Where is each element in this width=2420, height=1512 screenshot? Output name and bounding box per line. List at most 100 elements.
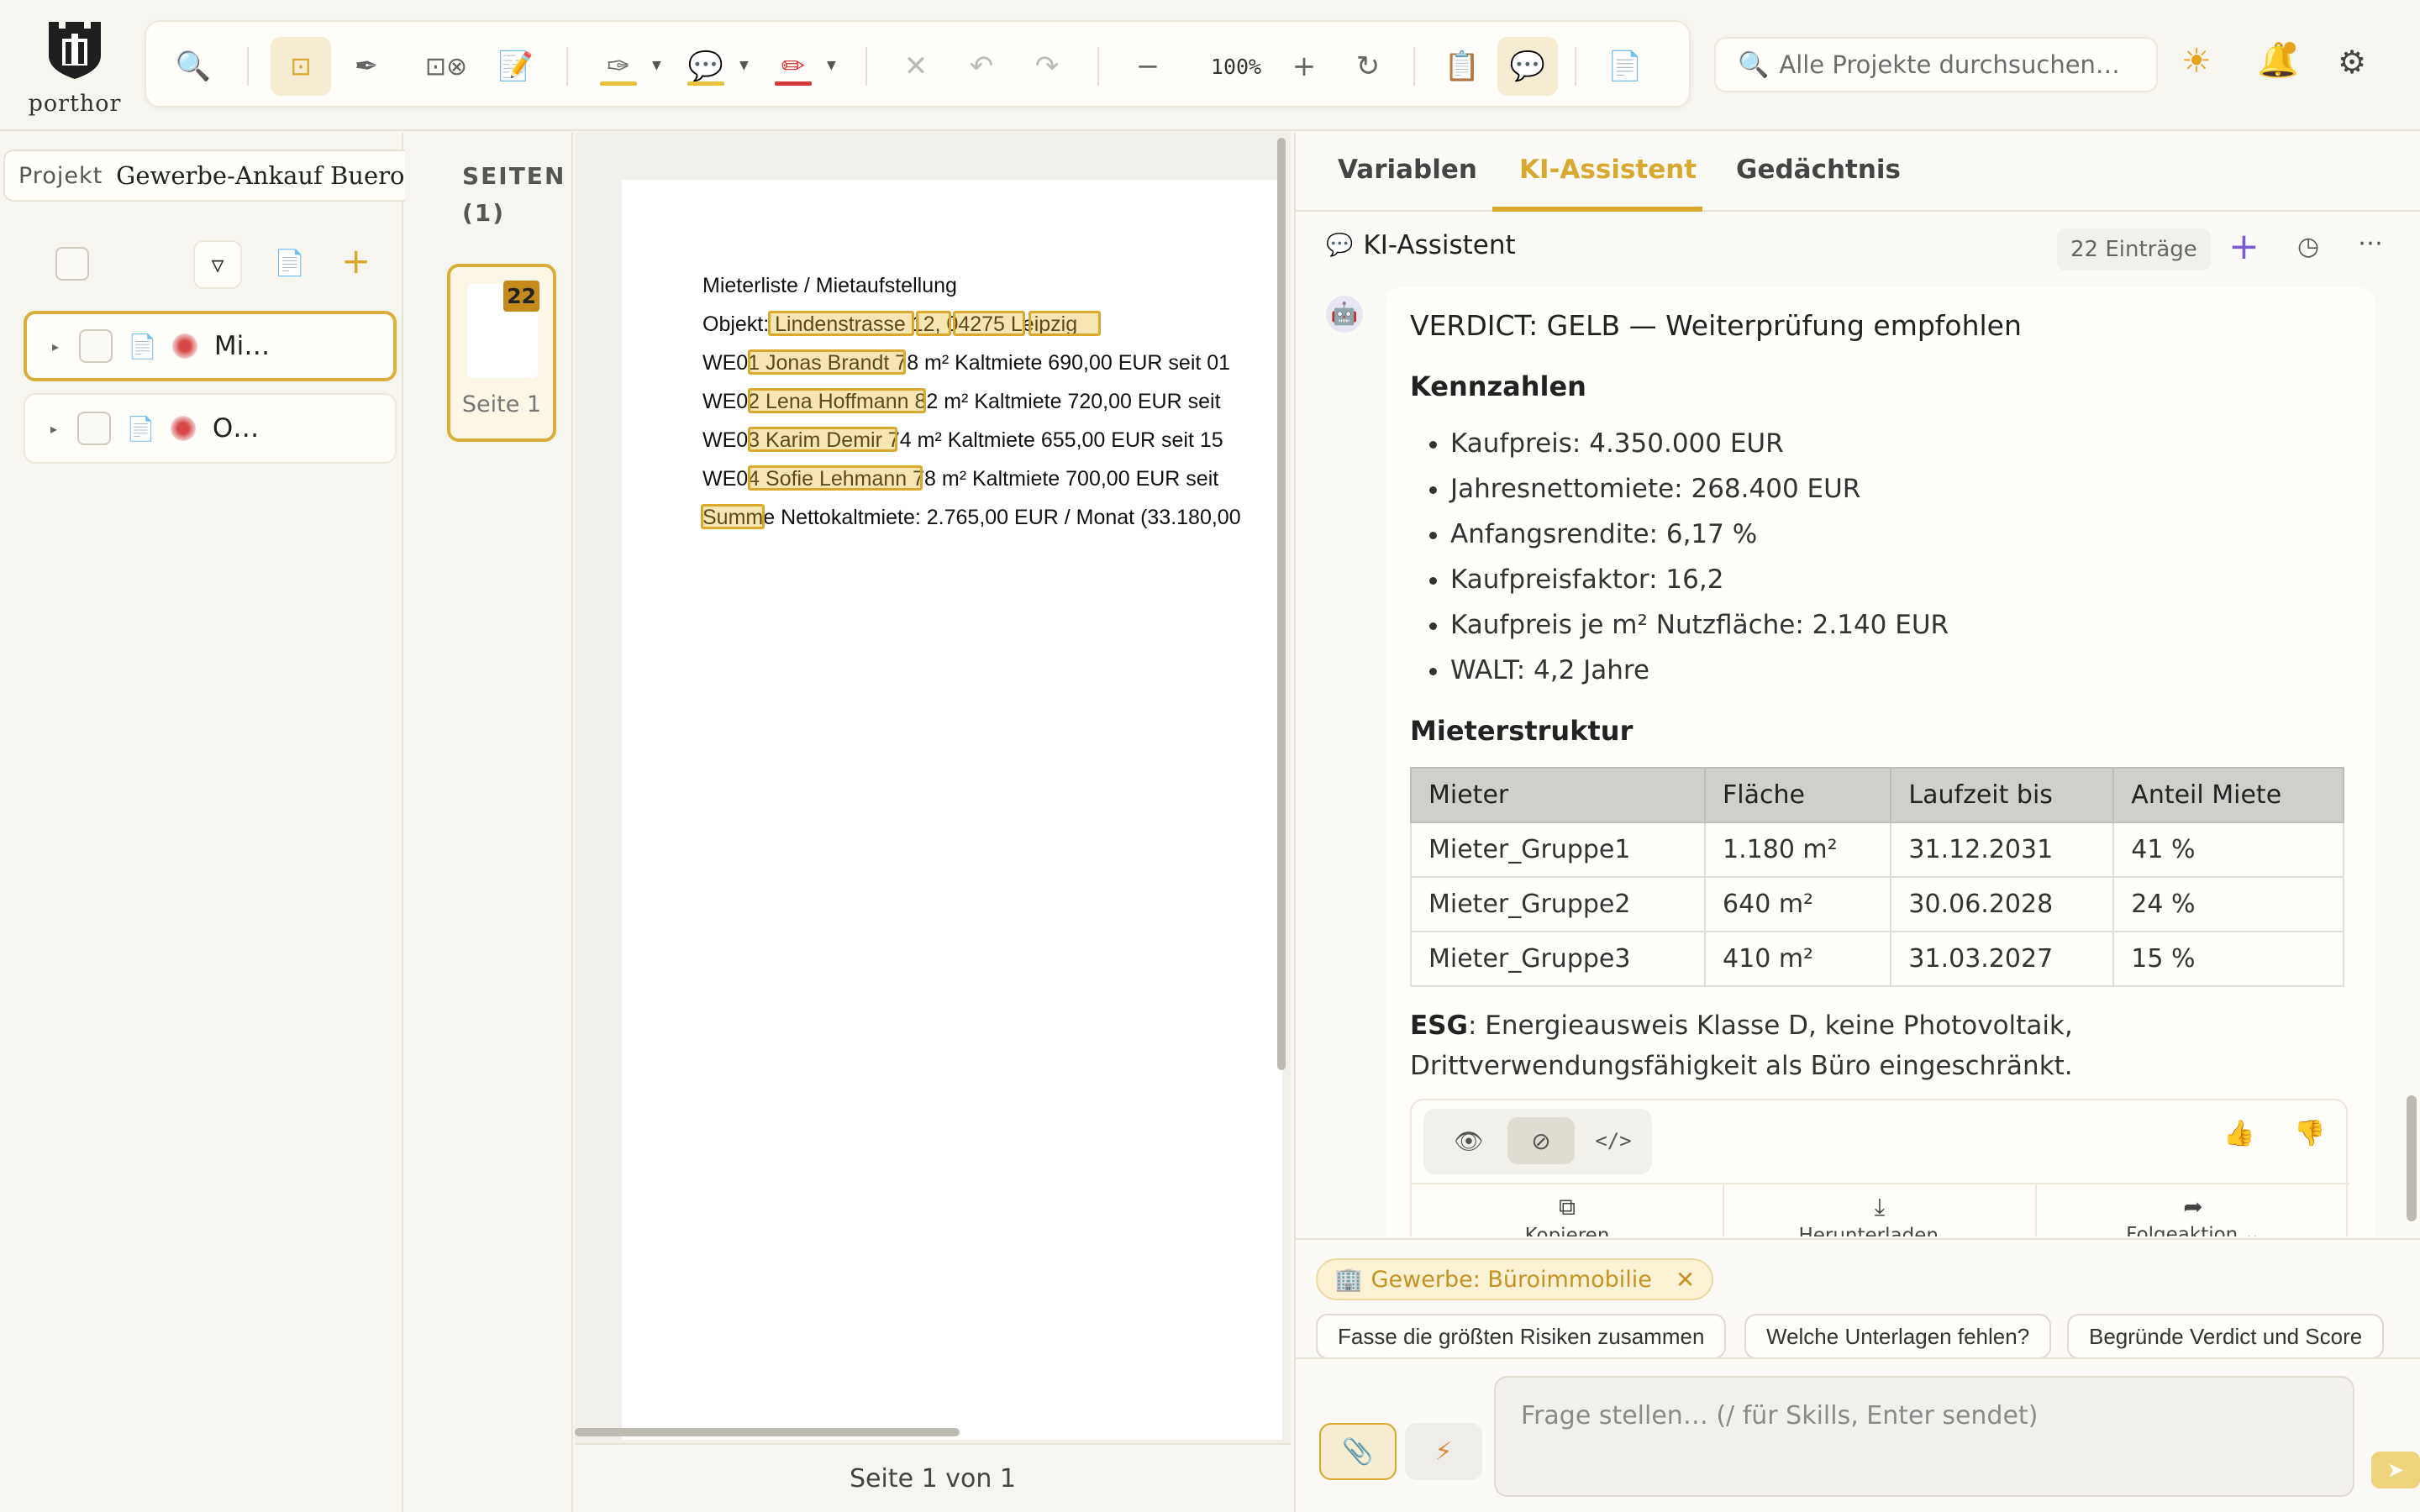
table-row: Mieter_Gruppe3 410 m² 31.03.2027 15 % — [1409, 931, 2344, 987]
table-cell: 31.03.2027 — [1890, 931, 2115, 987]
esg-paragraph: ESG: Energieausweis Klasse D, keine Phot… — [1410, 1005, 2351, 1086]
list-item: Anfangsrendite: 6,17 % — [1450, 512, 2351, 557]
document-line: Mieterliste / Mietaufstellung — [702, 274, 957, 297]
attach-icon[interactable]: 📎 — [1319, 1423, 1397, 1480]
page-thumbnail[interactable]: 22 Seite 1 — [447, 264, 556, 442]
table-cell: 1.180 m² — [1704, 822, 1892, 878]
highlight-mark[interactable] — [953, 311, 1025, 336]
expand-icon[interactable]: ▸ — [52, 339, 59, 354]
select-box-icon[interactable]: ⊡ — [271, 37, 331, 96]
view-toggle: 👁 ⊘ </> — [1423, 1109, 1652, 1174]
vertical-scrollbar[interactable] — [1277, 138, 1286, 1070]
project-selector[interactable]: Projekt Gewerbe-Ankauf Buerohaus — [3, 150, 424, 202]
suggestion-chip[interactable]: Begründe Verdict und Score — [2067, 1314, 2385, 1359]
chevron-down-icon: ⌄ — [1938, 1225, 1961, 1236]
question-input[interactable]: Frage stellen… (/ für Skills, Enter send… — [1494, 1376, 2354, 1497]
highlighter-icon[interactable]: ✑ — [588, 37, 649, 96]
list-item: WALT: 4,2 Jahre — [1450, 648, 2351, 693]
pen-icon[interactable]: ✒ — [336, 37, 397, 96]
list-item: Kaufpreisfaktor: 16,2 — [1450, 557, 2351, 602]
add-document-icon[interactable]: + — [341, 240, 371, 281]
lightning-icon[interactable]: ⚡ — [1405, 1423, 1482, 1480]
highlight-mark[interactable] — [748, 427, 897, 452]
table-cell: 15 % — [2112, 931, 2344, 987]
send-button[interactable]: ➤ — [2371, 1452, 2420, 1488]
tab-variablen[interactable]: Variablen — [1338, 155, 1477, 185]
message-list[interactable]: 🤖 VERDICT: GELB — Weiterprüfung empfohle… — [1296, 287, 2420, 1236]
thumbs-down-icon[interactable]: 👎 — [2294, 1119, 2325, 1148]
zoom-out-icon[interactable]: − — [1118, 37, 1178, 96]
code-icon[interactable]: </> — [1580, 1117, 1647, 1164]
send-icon: ➤ — [2386, 1458, 2405, 1482]
column-header: Laufzeit bis — [1890, 767, 2115, 823]
context-chip[interactable]: 🏢 Gewerbe: Büroimmobilie ✕ — [1316, 1258, 1714, 1300]
comment-icon[interactable]: 💬 — [676, 37, 736, 96]
document-checkbox[interactable] — [79, 329, 113, 363]
tab-gedaechtnis[interactable]: Gedächtnis — [1736, 155, 1901, 185]
zoom-in-icon[interactable]: + — [1274, 37, 1334, 96]
theme-toggle-icon[interactable]: ☀ — [2181, 42, 2212, 81]
page-icon[interactable]: 📄 — [1595, 37, 1655, 96]
document-page[interactable]: Mieterliste / Mietaufstellung Objekt: Li… — [622, 180, 1282, 1440]
eye-off-icon[interactable]: ⊘ — [1507, 1117, 1575, 1164]
assistant-title: KI-Assistent — [1363, 230, 1516, 260]
document-icon[interactable]: 📄 — [274, 249, 305, 278]
redo-icon[interactable]: ↷ — [1017, 37, 1077, 96]
close-icon[interactable]: ✕ — [1676, 1266, 1695, 1294]
table-row: Mieter_Gruppe1 1.180 m² 31.12.2031 41 % — [1409, 822, 2344, 878]
clear-icon[interactable]: ✕ — [886, 37, 946, 96]
search-icon[interactable]: 🔍 — [163, 37, 224, 96]
document-name: Mi… — [213, 331, 271, 361]
select-all-checkbox[interactable] — [55, 247, 89, 281]
assistant-header: 💬 KI-Assistent 22 Einträge + ◷ ⋯ — [1296, 213, 2420, 297]
highlight-mark[interactable] — [701, 504, 765, 529]
global-search[interactable]: 🔍 Alle Projekte durchsuchen… — [1714, 37, 2158, 92]
highlight-mark[interactable] — [748, 388, 926, 413]
copy-button[interactable]: ⧉ Kopieren — [1412, 1184, 1723, 1236]
highlight-mark[interactable] — [916, 311, 951, 336]
marker-icon[interactable]: ✏ — [763, 37, 823, 96]
table-header-row: Mieter Fläche Laufzeit bis Anteil Miete — [1409, 767, 2344, 823]
suggestion-chip[interactable]: Welche Unterlagen fehlen? — [1744, 1314, 2052, 1359]
history-icon[interactable]: ◷ — [2297, 232, 2319, 261]
chevron-down-icon[interactable]: ▼ — [827, 59, 836, 72]
robot-icon: 🤖 — [1330, 302, 1359, 327]
chevron-down-icon[interactable]: ▼ — [652, 59, 661, 72]
chat-icon[interactable]: 💬 — [1497, 37, 1558, 96]
tab-ki-assistent[interactable]: KI-Assistent — [1519, 155, 1697, 185]
toolbar-divider — [247, 47, 249, 86]
new-chat-icon[interactable]: + — [2228, 225, 2260, 268]
download-button[interactable]: ⤓ Herunterladen ⌄ — [1724, 1184, 2035, 1236]
gear-icon[interactable]: ⚙ — [2338, 44, 2366, 81]
highlight-mark[interactable] — [1028, 311, 1101, 336]
more-icon[interactable]: ⋯ — [2358, 228, 2383, 258]
chevron-down-icon[interactable]: ▼ — [739, 59, 749, 72]
verdict-text: VERDICT: GELB — Weiterprüfung empfohlen — [1410, 309, 2022, 342]
undo-icon[interactable]: ↶ — [951, 37, 1012, 96]
highlight-mark[interactable] — [748, 465, 923, 491]
thumbs-up-icon[interactable]: 👍 — [2223, 1119, 2254, 1148]
app-logo[interactable]: porthor — [25, 15, 124, 119]
document-checkbox[interactable] — [77, 412, 112, 445]
document-row[interactable]: ▸ 📄 Mi… — [24, 311, 397, 381]
region-tool-icon[interactable]: ⊡⊗ — [408, 37, 484, 96]
expand-icon[interactable]: ▸ — [50, 421, 57, 437]
table-cell: 31.12.2031 — [1890, 822, 2115, 878]
page-label: Seite 1 — [461, 391, 542, 417]
eye-icon[interactable]: 👁 — [1435, 1117, 1502, 1164]
horizontal-scrollbar[interactable] — [575, 1428, 960, 1436]
document-viewer[interactable]: Mieterliste / Mietaufstellung Objekt: Li… — [575, 133, 1291, 1512]
reset-icon[interactable]: ↻ — [1338, 37, 1398, 96]
kennzahlen-list: Kaufpreis: 4.350.000 EUR Jahresnettomiet… — [1450, 421, 2351, 693]
filter-icon[interactable]: ▿ — [193, 240, 242, 289]
clipboard-icon[interactable]: 📋 — [1432, 37, 1492, 96]
panel-scrollbar[interactable] — [2407, 1095, 2417, 1221]
highlight-mark[interactable] — [768, 311, 914, 336]
document-edit-icon[interactable]: 📝 — [486, 37, 546, 96]
document-row[interactable]: ▸ 📄 O… — [24, 393, 397, 464]
followup-button[interactable]: ➦ Folgeaktion ⌄ — [2037, 1184, 2349, 1236]
list-item: Jahresnettomiete: 268.400 EUR — [1450, 466, 2351, 512]
highlight-mark[interactable] — [748, 349, 906, 375]
search-input[interactable]: Alle Projekte durchsuchen… — [1779, 50, 2120, 79]
suggestion-chip[interactable]: Fasse die größten Risiken zusammen — [1316, 1314, 1727, 1359]
